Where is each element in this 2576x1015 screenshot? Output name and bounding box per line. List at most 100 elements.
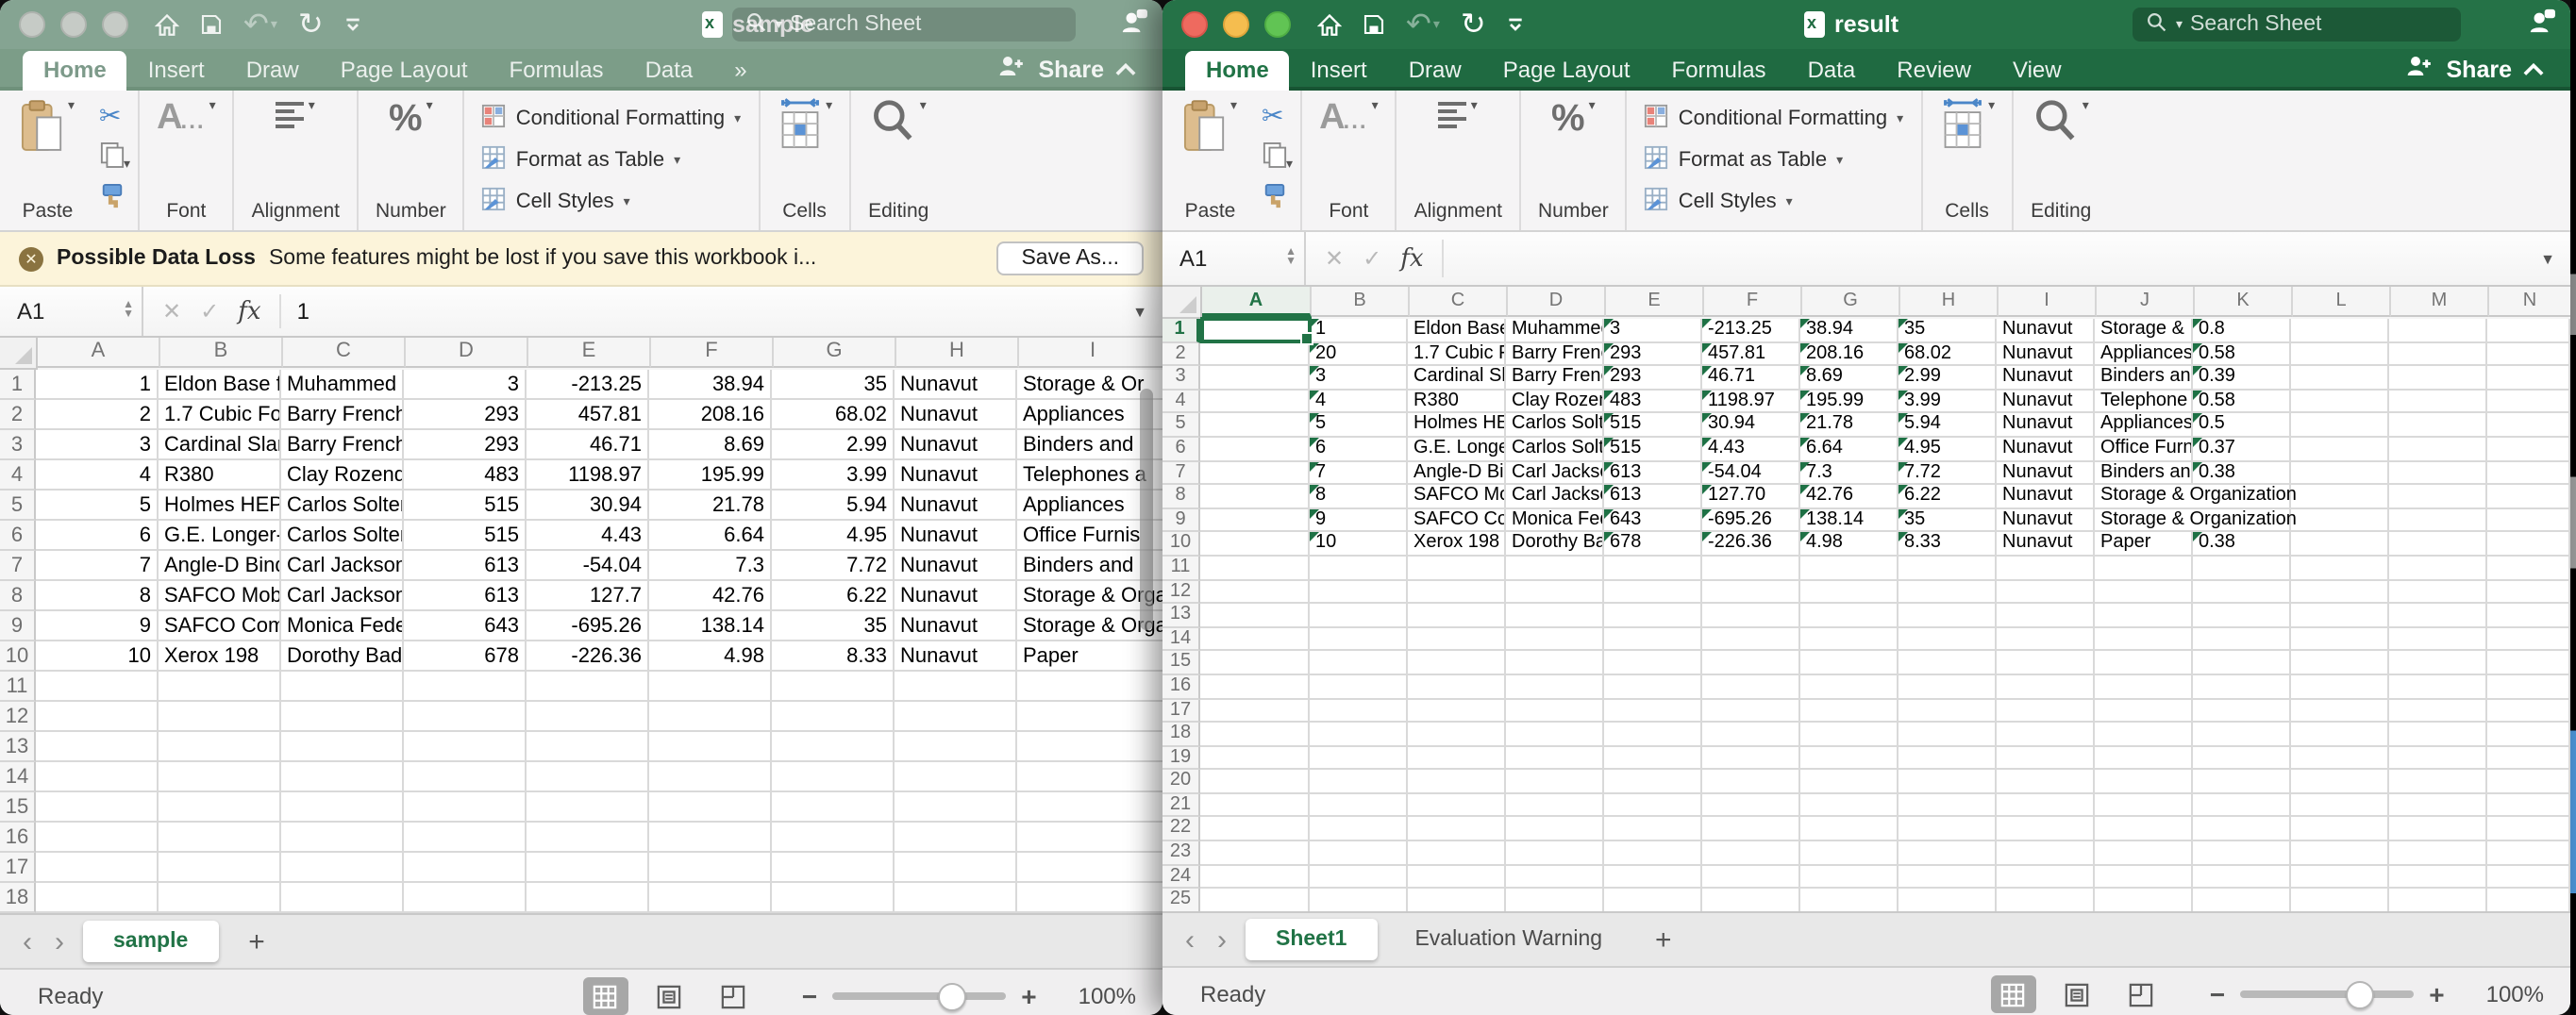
cell-I3[interactable]: Nunavut: [1997, 366, 2095, 390]
row-header-3[interactable]: 3: [1163, 366, 1200, 390]
cell-M7[interactable]: [2389, 461, 2487, 485]
cancel-icon[interactable]: ✕: [162, 298, 181, 324]
zoom-out-icon[interactable]: −: [802, 981, 817, 1011]
cell-L23[interactable]: [2291, 841, 2389, 865]
cell-J17[interactable]: [2095, 699, 2193, 723]
column-header-J[interactable]: J: [2097, 287, 2195, 317]
add-sheet-button[interactable]: +: [1632, 923, 1695, 956]
cell-A25[interactable]: [1200, 890, 1310, 912]
cell-H15[interactable]: [1899, 652, 1997, 675]
cell-I23[interactable]: [1997, 841, 2095, 865]
cell-A8[interactable]: [1200, 485, 1310, 508]
cell-H1[interactable]: 35: [1899, 319, 1997, 342]
cell-M6[interactable]: [2389, 438, 2487, 461]
cell-I14[interactable]: [1997, 627, 2095, 651]
cell-C1[interactable]: Eldon Base: [1408, 319, 1506, 342]
cell-G2[interactable]: 208.16: [1800, 342, 1899, 366]
cell-K22[interactable]: [2193, 818, 2291, 841]
cell-L16[interactable]: [2291, 675, 2389, 699]
cell-I9[interactable]: Nunavut: [1997, 509, 2095, 533]
cell-E5[interactable]: 30.94: [527, 491, 649, 521]
cell-N16[interactable]: [2487, 675, 2570, 699]
cell-D11[interactable]: [404, 672, 527, 702]
cell-I8[interactable]: Nunavut: [1997, 485, 2095, 508]
column-header-D[interactable]: D: [406, 338, 528, 368]
cell-E17[interactable]: [527, 853, 649, 883]
cancel-icon[interactable]: ✕: [1325, 245, 1344, 272]
cell-E15[interactable]: [527, 792, 649, 823]
cell-G4[interactable]: 3.99: [772, 460, 895, 491]
minimize-button[interactable]: [60, 11, 87, 38]
cell-H18[interactable]: [1899, 723, 1997, 746]
cell-E14[interactable]: [1604, 627, 1702, 651]
cell-E22[interactable]: [1604, 818, 1702, 841]
cell-A9[interactable]: [1200, 509, 1310, 533]
cell-I10[interactable]: Paper: [1017, 641, 1163, 672]
name-box-stepper[interactable]: ▲▼: [1285, 249, 1296, 268]
cell-N21[interactable]: [2487, 794, 2570, 818]
cell-E9[interactable]: -695.26: [527, 611, 649, 641]
cell-B25[interactable]: [1310, 890, 1408, 912]
row-header-16[interactable]: 16: [0, 823, 36, 853]
undo-icon[interactable]: ↶▾: [1406, 6, 1440, 43]
ribbon-tab-page-layout[interactable]: Page Layout: [1482, 51, 1651, 91]
column-header-B[interactable]: B: [160, 338, 283, 368]
cell-F21[interactable]: [1702, 794, 1800, 818]
cell-B9[interactable]: 9: [1310, 509, 1408, 533]
cell-C10[interactable]: Dorothy Badd: [281, 641, 404, 672]
cell-E12[interactable]: [1604, 580, 1702, 604]
row-header-14[interactable]: 14: [1163, 627, 1200, 651]
cell-L10[interactable]: [2291, 533, 2389, 557]
cell-A24[interactable]: [1200, 865, 1310, 889]
row-header-8[interactable]: 8: [1163, 485, 1200, 508]
cell-A20[interactable]: [1200, 771, 1310, 794]
cell-G25[interactable]: [1800, 890, 1899, 912]
cell-F12[interactable]: [1702, 580, 1800, 604]
cell-E10[interactable]: 678: [1604, 533, 1702, 557]
cell-J16[interactable]: [2095, 675, 2193, 699]
cell-D18[interactable]: [1506, 723, 1604, 746]
cell-F20[interactable]: [1702, 771, 1800, 794]
cell-B14[interactable]: [159, 762, 281, 792]
column-header-H[interactable]: H: [896, 338, 1019, 368]
cell-D8[interactable]: Carl Jackso: [1506, 485, 1604, 508]
cell-H14[interactable]: [1899, 627, 1997, 651]
cell-E18[interactable]: [1604, 723, 1702, 746]
row-header-13[interactable]: 13: [0, 732, 36, 762]
cell-B14[interactable]: [1310, 627, 1408, 651]
cell-C15[interactable]: [1408, 652, 1506, 675]
cell-B5[interactable]: Holmes HEPA: [159, 491, 281, 521]
cell-D2[interactable]: 293: [404, 400, 527, 430]
cell-K11[interactable]: [2193, 557, 2291, 580]
column-header-I[interactable]: I: [1019, 338, 1163, 368]
cell-K4[interactable]: 0.58: [2193, 391, 2291, 414]
cell-M17[interactable]: [2389, 699, 2487, 723]
redo-icon[interactable]: ↻: [1461, 6, 1486, 43]
column-header-M[interactable]: M: [2391, 287, 2489, 317]
cell-L18[interactable]: [2291, 723, 2389, 746]
cell-K14[interactable]: [2193, 627, 2291, 651]
cell-H24[interactable]: [1899, 865, 1997, 889]
cell-I1[interactable]: Nunavut: [1997, 319, 2095, 342]
cell-G16[interactable]: [1800, 675, 1899, 699]
cell-E24[interactable]: [1604, 865, 1702, 889]
cell-C1[interactable]: Muhammed: [281, 370, 404, 400]
cell-H6[interactable]: Nunavut: [895, 521, 1017, 551]
cell-G12[interactable]: [772, 702, 895, 732]
cell-G17[interactable]: [772, 853, 895, 883]
zoom-slider-thumb[interactable]: [2346, 981, 2374, 1009]
cell-D12[interactable]: [404, 702, 527, 732]
formula-input[interactable]: [1443, 240, 2570, 276]
cell-B11[interactable]: [159, 672, 281, 702]
cell-I18[interactable]: [1017, 883, 1163, 913]
cell-F18[interactable]: [649, 883, 772, 913]
cell-A15[interactable]: [1200, 652, 1310, 675]
cell-I13[interactable]: [1997, 604, 2095, 627]
cell-G3[interactable]: 8.69: [1800, 366, 1899, 390]
cell-C18[interactable]: [281, 883, 404, 913]
row-header-9[interactable]: 9: [1163, 509, 1200, 533]
cell-E3[interactable]: 293: [1604, 366, 1702, 390]
cell-I17[interactable]: [1017, 853, 1163, 883]
cell-M13[interactable]: [2389, 604, 2487, 627]
cell-N7[interactable]: [2487, 461, 2570, 485]
